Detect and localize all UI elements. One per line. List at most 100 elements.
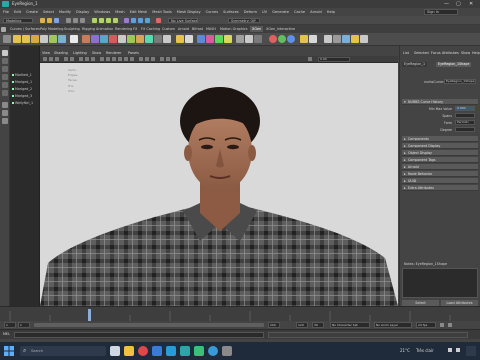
menu-item-display[interactable]: Display (76, 10, 89, 14)
open-scene-icon[interactable] (47, 18, 52, 23)
node-tab-transform[interactable]: EyeRegion_1 (402, 62, 428, 67)
settings-icon[interactable] (222, 346, 232, 356)
range-start-field[interactable]: 1 (18, 322, 30, 328)
gate-mask-icon[interactable] (91, 57, 95, 61)
shelf-menu-icon[interactable] (1, 27, 6, 32)
textured-icon[interactable] (118, 57, 122, 61)
section-object-display[interactable]: Object Display (402, 150, 478, 156)
xray-icon[interactable] (166, 57, 170, 61)
xgen-color-icon[interactable] (206, 35, 214, 43)
time-slider[interactable] (0, 306, 480, 321)
wireframe-on-shaded-icon[interactable] (112, 57, 116, 61)
shelf-tab-arnold[interactable]: Arnold (176, 26, 191, 32)
windows-start-icon[interactable] (4, 346, 14, 356)
network-icon[interactable] (448, 348, 452, 352)
bookmark-icon[interactable] (55, 57, 59, 61)
scale-tool-icon[interactable] (2, 90, 8, 96)
menu-item-edit-mesh[interactable]: Edit Mesh (130, 10, 148, 14)
photos-icon[interactable] (194, 346, 204, 356)
outliner-item[interactable]: Wellyfbrl_1 (12, 101, 33, 105)
four-view-layout-icon[interactable] (2, 110, 8, 116)
xgen-comb-icon[interactable] (118, 35, 126, 43)
xgen-export-icon[interactable] (163, 35, 171, 43)
xgen-help-icon[interactable] (309, 35, 317, 43)
attr-tab-attributes[interactable]: Attributes (442, 51, 459, 55)
menu-item-surfaces[interactable]: Surfaces (223, 10, 239, 14)
wireframe-icon[interactable] (100, 57, 104, 61)
attr-tab-help[interactable]: Help (472, 51, 480, 55)
symmetry-dropdown[interactable]: Symmetry: Off (228, 18, 260, 23)
render-settings-icon[interactable] (145, 18, 150, 23)
3d-viewport[interactable] (40, 63, 398, 306)
shadows-icon[interactable] (130, 57, 134, 61)
xgen-tool-1-icon[interactable] (324, 35, 332, 43)
spans-field[interactable] (455, 113, 475, 118)
section-component-tags[interactable]: Component Tags (402, 157, 478, 163)
xgen-editor-icon[interactable] (13, 35, 21, 43)
paint-select-tool-icon[interactable] (2, 66, 8, 72)
menu-item-mesh-tools[interactable]: Mesh Tools (152, 10, 171, 14)
outliner-item[interactable]: Marlged_3 (12, 94, 32, 98)
auto-key-icon[interactable] (440, 323, 444, 327)
weather-temperature[interactable]: 21°C (400, 348, 410, 353)
outliner-item[interactable]: Marlked_1 (12, 73, 32, 77)
menu-item-curves[interactable]: Curves (206, 10, 218, 14)
construction-history-icon[interactable] (124, 18, 129, 23)
xgen-preview-icon[interactable] (70, 35, 78, 43)
xgen-guides-icon[interactable] (31, 35, 39, 43)
character-set-dropdown[interactable]: No Character Set (330, 322, 370, 328)
xgen-groom-icon[interactable] (58, 35, 66, 43)
form-field[interactable]: Periodic (455, 120, 475, 125)
maya-icon[interactable] (180, 346, 190, 356)
anim-layer-dropdown[interactable]: No Anim Layer (374, 322, 412, 328)
menu-item-cache[interactable]: Cache (294, 10, 305, 14)
menu-item-generate[interactable]: Generate (272, 10, 289, 14)
xgen-description-icon[interactable] (22, 35, 30, 43)
xgen-tool-2-icon[interactable] (333, 35, 341, 43)
xgen-tool-5-icon[interactable] (360, 35, 368, 43)
end-time-field[interactable]: 120 (296, 322, 308, 328)
section-arnold[interactable]: Arnold (402, 164, 478, 170)
taskbar-search-box[interactable]: ⌕ Search (20, 346, 106, 356)
menu-item-modify[interactable]: Modify (59, 10, 71, 14)
select-tool-icon[interactable] (2, 50, 8, 56)
xgen-sphere-blue-icon[interactable] (287, 35, 295, 43)
chrome-icon[interactable] (138, 346, 148, 356)
xgen-noise-icon[interactable] (136, 35, 144, 43)
shelf-tab-bifrost[interactable]: Bifrost (190, 26, 205, 32)
xgen-density-icon[interactable] (91, 35, 99, 43)
xgen-mask-icon[interactable] (215, 35, 223, 43)
section-nurbs-curve-history[interactable]: NURBS Curve History (402, 99, 478, 105)
menu-item-select[interactable]: Select (43, 10, 54, 14)
menu-item-mesh[interactable]: Mesh (115, 10, 124, 14)
rotate-tool-icon[interactable] (2, 82, 8, 88)
section-extra-attributes[interactable]: Extra Attributes (402, 185, 478, 191)
close-button[interactable]: ✕ (469, 1, 473, 7)
xgen-clump-icon[interactable] (145, 35, 153, 43)
shelf-tab-curves-surfaces[interactable]: Curves / Surfaces (8, 26, 42, 32)
section-node-behavior[interactable]: Node Behavior (402, 171, 478, 177)
menu-item-create[interactable]: Create (26, 10, 38, 14)
node-tab-shape[interactable]: EyeRegion_1Shape (436, 62, 472, 67)
shelf-tab-xgen[interactable]: XGen (250, 26, 264, 32)
snap-view-plane-icon[interactable] (113, 18, 118, 23)
menu-item-arnold[interactable]: Arnold (310, 10, 322, 14)
new-scene-icon[interactable] (40, 18, 45, 23)
store-icon[interactable] (152, 346, 162, 356)
xgen-import-icon[interactable] (176, 35, 184, 43)
outliner-item[interactable]: Marlged_2 (12, 87, 32, 91)
volume-icon[interactable] (456, 348, 460, 352)
xgen-tool-3-icon[interactable] (342, 35, 350, 43)
range-slider[interactable] (34, 323, 264, 327)
camera-attributes-icon[interactable] (49, 57, 53, 61)
edge-icon[interactable] (208, 346, 218, 356)
live-surface-field[interactable]: No Live Surface (168, 18, 198, 23)
select-hierarchy-icon[interactable] (66, 18, 71, 23)
shelf-tab-motion-graphics[interactable]: Motion Graphics (218, 26, 250, 32)
xgen-length-icon[interactable] (100, 35, 108, 43)
snap-point-icon[interactable] (106, 18, 111, 23)
select-component-icon[interactable] (80, 18, 85, 23)
menu-item-help[interactable]: Help (327, 10, 335, 14)
xgen-sphere-red-icon[interactable] (269, 35, 277, 43)
xgen-region-icon[interactable] (224, 35, 232, 43)
